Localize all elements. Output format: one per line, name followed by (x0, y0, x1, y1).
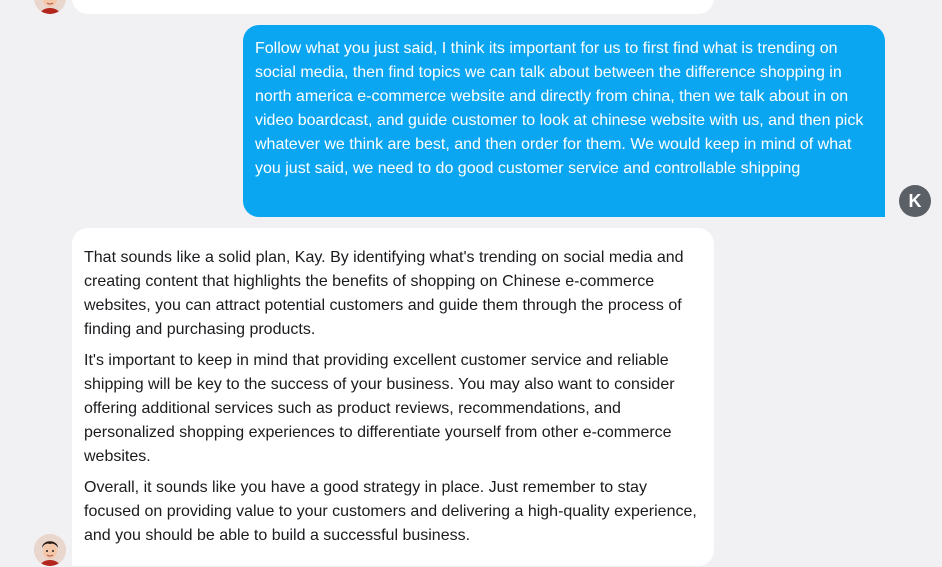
assistant-paragraph: It's important to keep in mind that prov… (84, 352, 675, 465)
chat-thread: Follow what you just said, I think its i… (0, 0, 942, 567)
assistant-paragraph: That sounds like a solid plan, Kay. By i… (84, 249, 684, 338)
assistant-avatar (34, 534, 66, 566)
cartoon-portrait-icon (34, 0, 66, 14)
user-avatar-initial: K (908, 190, 922, 211)
user-message-text: Follow what you just said, I think its i… (255, 40, 864, 177)
cartoon-portrait-icon (34, 534, 66, 566)
assistant-paragraph: Overall, it sounds like you have a good … (84, 479, 697, 544)
assistant-avatar (34, 0, 66, 14)
user-message-bubble: Follow what you just said, I think its i… (243, 25, 885, 217)
assistant-message-bubble: That sounds like a solid plan, Kay. By i… (72, 228, 714, 566)
user-avatar: K (899, 185, 931, 217)
previous-assistant-message (72, 0, 714, 14)
